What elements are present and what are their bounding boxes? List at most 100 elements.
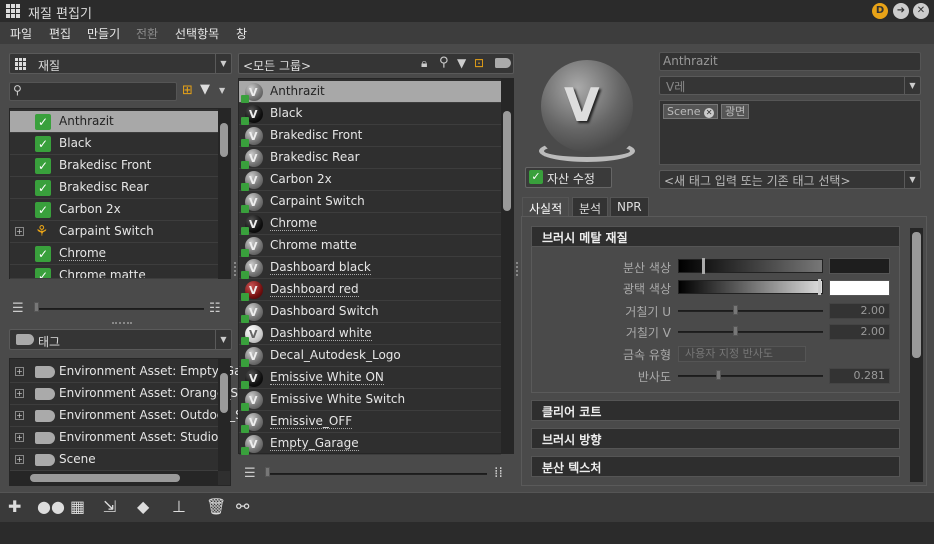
search-icon[interactable]: ⚲ xyxy=(439,55,449,70)
close-icon[interactable]: ✕ xyxy=(913,3,929,19)
material-combo[interactable]: 재질 ▼ xyxy=(9,53,232,74)
list-item[interactable]: V Black xyxy=(239,103,501,125)
highlight-icon[interactable]: ⊡ xyxy=(474,56,484,70)
tag-chip[interactable]: 광면 xyxy=(721,104,750,119)
list-item[interactable]: V Brakedisc Rear xyxy=(239,147,501,169)
list-item[interactable]: + Environment Asset: Studio xyxy=(10,427,218,449)
roughness-v-handle[interactable] xyxy=(733,326,738,336)
roughness-v-value[interactable]: 2.00 xyxy=(829,324,890,340)
list-item[interactable]: ✓ Brakedisc Rear xyxy=(10,177,218,199)
menu-edit[interactable]: 편집 xyxy=(49,25,71,42)
list-item[interactable]: V Dashboard black xyxy=(239,257,501,279)
hierarchy-icon[interactable]: ⊞ xyxy=(182,83,193,98)
list-item[interactable]: V Carpaint Switch xyxy=(239,191,501,213)
reflectivity-handle[interactable] xyxy=(716,370,721,380)
scrollbar[interactable] xyxy=(218,359,230,471)
splitter-handle[interactable] xyxy=(516,262,518,276)
reflectivity-slider[interactable] xyxy=(678,375,823,377)
search-input[interactable]: ⚲ xyxy=(9,82,177,101)
zoom-slider-handle[interactable] xyxy=(34,302,39,312)
swatch-size-slider[interactable] xyxy=(265,473,487,475)
list-view-icon[interactable]: ☰ xyxy=(12,301,24,316)
section-brushed-metal[interactable]: 브러시 메탈 재질 xyxy=(531,226,900,247)
lock-icon[interactable]: 🔒︎ xyxy=(421,56,427,71)
add-icon[interactable]: ✚ xyxy=(8,497,21,516)
list-item[interactable]: V Anthrazit xyxy=(239,81,501,103)
list-item[interactable]: ✓ Chrome matte xyxy=(10,265,218,279)
tag-combo[interactable]: 태그 ▼ xyxy=(9,329,232,350)
expand-icon[interactable]: + xyxy=(15,411,24,420)
d-button[interactable]: D xyxy=(872,3,888,19)
roughness-u-value[interactable]: 2.00 xyxy=(829,303,890,319)
zoom-slider[interactable] xyxy=(34,308,204,310)
expand-icon[interactable]: + xyxy=(15,433,24,442)
roughness-u-slider[interactable] xyxy=(678,310,823,312)
tag-icon[interactable] xyxy=(495,58,511,68)
expand-icon[interactable]: + xyxy=(15,389,24,398)
gloss-color-marker[interactable] xyxy=(818,279,821,295)
list-item[interactable]: ✓ Chrome xyxy=(10,243,218,265)
list-item[interactable]: V Emissive White Switch xyxy=(239,389,501,411)
list-item[interactable]: + Environment Asset: Empty_Ga xyxy=(10,361,241,383)
grid-view-icon[interactable]: ⁞⁞ xyxy=(494,465,503,481)
material-type-combo[interactable]: V레 ▼ xyxy=(659,76,921,95)
splitter-handle[interactable] xyxy=(112,322,132,325)
detail-view-icon[interactable]: ☷ xyxy=(209,301,221,316)
list-item[interactable]: V Chrome matte xyxy=(239,235,501,257)
list-item[interactable]: V Brakedisc Front xyxy=(239,125,501,147)
expand-icon[interactable]: + xyxy=(15,455,24,464)
expand-icon[interactable]: + xyxy=(15,227,24,236)
scrollbar[interactable] xyxy=(501,79,513,453)
tab-realistic[interactable]: 사실적 xyxy=(522,197,570,217)
filter-icon[interactable]: ▼ xyxy=(457,56,466,70)
remove-tag-icon[interactable]: ✕ xyxy=(704,108,715,118)
list-item[interactable]: ✓ Carbon 2x xyxy=(10,199,218,221)
scrollbar[interactable] xyxy=(910,228,923,482)
metal-type-dropdown[interactable]: 사용자 지정 반사도 xyxy=(678,346,806,362)
forward-icon[interactable]: ➜ xyxy=(893,3,909,19)
list-item[interactable]: + Environment Asset: Orange_S xyxy=(10,383,238,405)
section-brush-direction[interactable]: 브러시 방향 xyxy=(531,428,900,449)
gloss-color-swatch[interactable] xyxy=(829,280,890,296)
menu-window[interactable]: 창 xyxy=(236,25,247,42)
delete-icon[interactable]: 🗑︎ xyxy=(206,497,226,516)
section-diffuse-texture[interactable]: 분산 텍스처 xyxy=(531,456,900,477)
material-preview[interactable]: V xyxy=(537,58,637,168)
list-item[interactable]: ✓ Brakedisc Front xyxy=(10,155,218,177)
select-grid-icon[interactable]: ▦ xyxy=(70,497,85,516)
tag-chip[interactable]: Scene ✕ xyxy=(663,104,719,119)
list-item[interactable]: + ⚘ Carpaint Switch xyxy=(10,221,218,243)
menu-file[interactable]: 파일 xyxy=(10,25,32,42)
diffuse-color-swatch[interactable] xyxy=(829,258,890,274)
duplicate-icon[interactable]: ●● xyxy=(37,497,65,516)
list-item[interactable]: V Dashboard white xyxy=(239,323,501,345)
list-item[interactable]: V Carbon 2x xyxy=(239,169,501,191)
diffuse-color-gradient[interactable] xyxy=(678,259,823,273)
scrollbar[interactable] xyxy=(218,109,230,278)
tag-area[interactable]: Scene ✕ 광면 xyxy=(659,100,921,165)
section-clear-coat[interactable]: 클리어 코트 xyxy=(531,400,900,421)
tab-analysis[interactable]: 분석 xyxy=(572,197,609,217)
expand-icon[interactable]: + xyxy=(15,367,24,376)
list-item[interactable]: V Dashboard Switch xyxy=(239,301,501,323)
diffuse-color-marker[interactable] xyxy=(702,258,705,274)
list-item[interactable]: V Dashboard red xyxy=(239,279,501,301)
menu-selection[interactable]: 선택항목 xyxy=(175,25,219,42)
list-item[interactable]: V Emissive_OFF xyxy=(239,411,501,433)
asset-edit-button[interactable]: ✓ 자산 수정 xyxy=(525,167,612,188)
material-name-field[interactable]: Anthrazit xyxy=(659,52,921,71)
assign-material-icon[interactable]: ◆ xyxy=(137,497,149,516)
chevron-down-icon[interactable]: ▼ xyxy=(219,86,225,95)
tab-npr[interactable]: NPR xyxy=(610,197,649,217)
list-item[interactable]: + Environment Asset: Outdoor_S xyxy=(10,405,243,427)
group-combo[interactable]: <모든 그룹> 🔒︎ ⚲ ▼ ⊡ xyxy=(238,53,514,74)
list-item[interactable]: V Decal_Autodesk_Logo xyxy=(239,345,501,367)
list-item[interactable]: + Scene xyxy=(10,449,218,471)
list-item[interactable]: ✓ Anthrazit xyxy=(10,111,218,133)
node-graph-icon[interactable]: ⚯ xyxy=(236,497,249,516)
roughness-u-handle[interactable] xyxy=(733,305,738,315)
filter-icon[interactable]: ▼ xyxy=(200,82,210,97)
list-item[interactable]: V Empty_Garage xyxy=(239,433,501,455)
roughness-v-slider[interactable] xyxy=(678,331,823,333)
splitter-handle[interactable] xyxy=(234,262,236,276)
